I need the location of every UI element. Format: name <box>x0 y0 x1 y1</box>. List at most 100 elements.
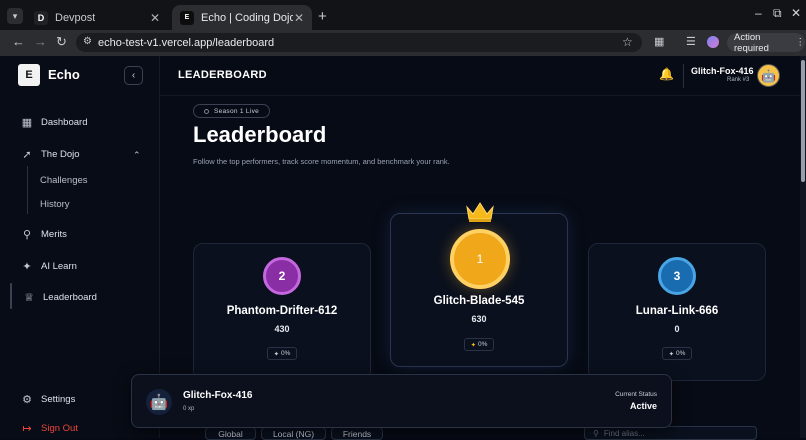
current-user-name: Glitch-Fox-416 <box>183 390 253 401</box>
sidebar-item-label: AI Learn <box>41 261 77 272</box>
change-value: 0% <box>281 350 291 357</box>
sidebar-item-merits[interactable]: ⚲ Merits <box>20 228 67 241</box>
media-icon[interactable]: ☰ <box>686 35 696 48</box>
sidebar-item-label: Leaderboard <box>43 292 97 303</box>
address-bar[interactable]: ⚙ echo-test-v1.vercel.app/leaderboard <box>76 33 642 52</box>
status-label: Current Status <box>615 391 657 398</box>
page-subtitle: Follow the top performers, track score m… <box>193 157 450 166</box>
grid-icon: ▦ <box>21 117 33 129</box>
sidebar-item-label: Settings <box>41 394 76 405</box>
logo: E <box>18 64 40 86</box>
tab-strip: ▾ D Devpost ✕ E Echo | Coding Dojo and C… <box>0 0 806 30</box>
tab-search-icon[interactable]: ▾ <box>7 8 23 24</box>
user-rank: Rank #3 <box>727 77 750 83</box>
trend-icon: ✦ <box>470 341 477 349</box>
minimize-icon[interactable]: – <box>755 6 762 20</box>
podium-score: 630 <box>471 314 487 324</box>
scrollbar[interactable] <box>800 56 806 438</box>
extensions-icon[interactable]: ▦ <box>654 35 664 48</box>
sword-icon: ➚ <box>22 149 32 161</box>
sidebar-item-label: Dashboard <box>41 117 88 128</box>
new-tab-icon[interactable]: + <box>318 8 327 25</box>
window-close-icon[interactable]: ✕ <box>791 6 801 20</box>
podium-name: Glitch-Blade-545 <box>433 295 525 307</box>
podium-change: ✦ 0% <box>267 347 297 360</box>
sidebar-item-challenges[interactable]: Challenges <box>40 175 88 186</box>
sidebar-item-label: Merits <box>41 229 67 240</box>
kebab-menu-icon[interactable]: ⋮ <box>796 37 806 48</box>
collapse-sidebar-button[interactable]: ‹ <box>124 66 143 85</box>
divider <box>683 64 684 88</box>
brand-name: Echo <box>48 67 80 82</box>
avatar: 🤖 <box>146 389 172 415</box>
podium-name: Lunar-Link-666 <box>635 305 719 317</box>
podium-change: ✦ 0% <box>662 347 692 360</box>
season-badge: Season 1 Live <box>193 104 270 118</box>
podium-change: ✦ 0% <box>464 338 494 351</box>
podium-name: Phantom-Drifter-612 <box>226 305 338 317</box>
sparkles-icon: ✦ <box>22 261 32 273</box>
sidebar-item-dashboard[interactable]: ▦ Dashboard <box>20 116 88 129</box>
user-name[interactable]: Glitch-Fox-416 <box>691 66 754 76</box>
rank-medal-2: 2 <box>263 257 301 295</box>
close-tab-icon[interactable]: ✕ <box>294 11 304 25</box>
podium-score: 0 <box>674 324 680 334</box>
page-heading: Leaderboard <box>193 122 327 147</box>
sidebar-item-leaderboard[interactable]: ♕ Leaderboard <box>22 291 97 304</box>
tab-title: Devpost <box>55 11 96 24</box>
top-bar: LEADERBOARD 🔔 Glitch-Fox-416 Rank #3 🤖 <box>160 56 806 96</box>
podium-score: 430 <box>274 324 290 334</box>
close-tab-icon[interactable]: ✕ <box>150 11 160 25</box>
avatar[interactable]: 🤖 <box>757 64 780 87</box>
sidebar-item-ai-learn[interactable]: ✦ AI Learn <box>20 260 77 273</box>
submenu-line <box>27 166 28 214</box>
trend-icon: ✦ <box>273 350 280 358</box>
current-user-card: 🤖 Glitch-Fox-416 0 xp Current Status Act… <box>131 374 672 428</box>
action-required-button[interactable]: Action required ⋮ <box>727 31 806 54</box>
logout-icon: ↦ <box>22 423 32 435</box>
browser-chrome: ▾ D Devpost ✕ E Echo | Coding Dojo and C… <box>0 0 806 56</box>
sign-out-button[interactable]: ↦ Sign Out <box>20 422 78 435</box>
sidebar-item-settings[interactable]: ⚙ Settings <box>20 393 75 406</box>
back-icon[interactable]: ← <box>12 34 25 49</box>
profile-avatar-icon[interactable] <box>707 36 719 48</box>
chevron-up-icon[interactable]: ⌃ <box>133 150 141 161</box>
active-indicator <box>10 283 12 309</box>
status-value: Active <box>629 401 657 411</box>
scrollbar-thumb[interactable] <box>801 60 805 182</box>
sidebar-item-history[interactable]: History <box>40 199 70 210</box>
bell-icon[interactable]: 🔔 <box>659 67 674 81</box>
dot-icon <box>203 108 209 114</box>
change-value: 0% <box>478 341 488 348</box>
devpost-favicon-icon: D <box>34 10 48 25</box>
action-required-label: Action required <box>734 31 769 54</box>
url-text: echo-test-v1.vercel.app/leaderboard <box>98 36 275 49</box>
crown-icon <box>466 202 494 222</box>
filter-local[interactable]: Local (NG) <box>261 427 326 440</box>
gear-icon: ⚙ <box>22 394 32 406</box>
tab-echo[interactable]: E Echo | Coding Dojo and C ✕ <box>172 5 312 30</box>
trend-icon: ✦ <box>668 350 675 358</box>
restore-icon[interactable]: ⧉ <box>773 6 782 21</box>
site-info-icon[interactable]: ⚙ <box>83 36 92 47</box>
rank-medal-3: 3 <box>658 257 696 295</box>
echo-favicon-icon: E <box>180 10 194 25</box>
sidebar-item-dojo[interactable]: ➚ The Dojo <box>20 148 80 161</box>
forward-icon[interactable]: → <box>34 34 47 49</box>
filter-friends[interactable]: Friends <box>331 427 383 440</box>
sign-out-label: Sign Out <box>41 423 78 434</box>
trophy-icon: ♕ <box>24 292 34 304</box>
medal-icon: ⚲ <box>22 229 32 241</box>
rank-medal-1: 1 <box>450 229 510 289</box>
season-label: Season 1 Live <box>213 107 260 115</box>
page-title: LEADERBOARD <box>178 69 267 81</box>
tab-devpost[interactable]: D Devpost ✕ <box>26 5 168 30</box>
filter-global[interactable]: Global <box>205 427 256 440</box>
sidebar-item-label: The Dojo <box>41 149 80 160</box>
search-placeholder: Find alias... <box>603 428 645 438</box>
current-user-xp: 0 xp <box>183 406 195 412</box>
change-value: 0% <box>676 350 686 357</box>
reload-icon[interactable]: ↻ <box>56 34 67 50</box>
bookmark-star-icon[interactable]: ☆ <box>622 35 633 49</box>
tab-title: Echo | Coding Dojo and C <box>201 11 293 24</box>
